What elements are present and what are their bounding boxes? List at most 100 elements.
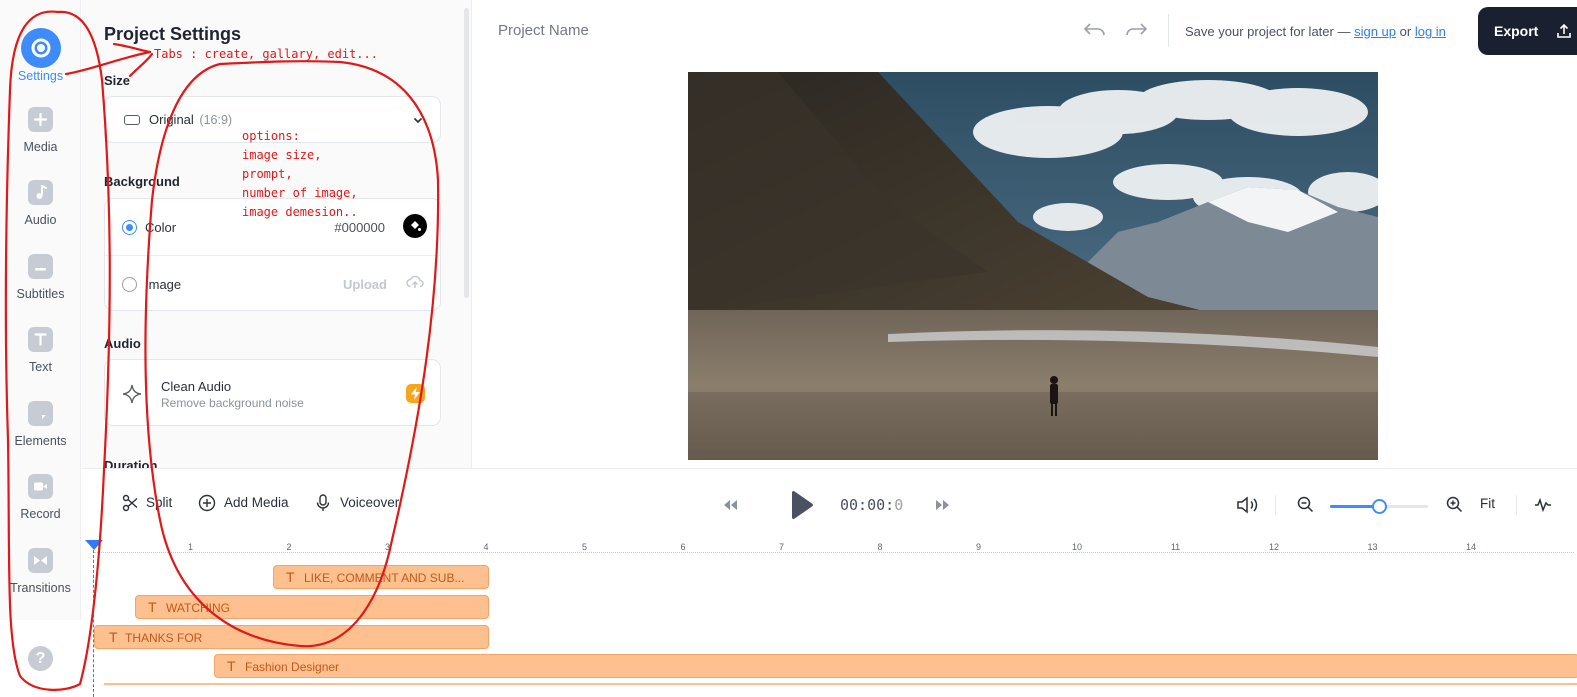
camera-icon bbox=[28, 474, 53, 499]
annotation-tabs-note: Tabs : create, gallary, edit... bbox=[154, 47, 378, 61]
sparkle-icon bbox=[122, 384, 142, 404]
redo-icon[interactable] bbox=[1124, 20, 1148, 40]
ruler-tick-label: 7 bbox=[778, 542, 785, 552]
ruler-tick-label: 2 bbox=[286, 542, 292, 552]
rail-item-subtitles[interactable]: Subtitles bbox=[0, 254, 81, 324]
playhead-handle[interactable] bbox=[85, 540, 103, 550]
rail-label: Text bbox=[29, 360, 52, 374]
project-name[interactable]: Project Name bbox=[498, 22, 589, 39]
background-image-row[interactable]: Image Upload bbox=[105, 255, 442, 311]
color-radio[interactable] bbox=[122, 220, 137, 235]
ruler-tick-label: 11 bbox=[1170, 542, 1181, 552]
fit-button[interactable]: Fit bbox=[1480, 496, 1495, 511]
scissors-icon bbox=[122, 494, 138, 512]
header-divider bbox=[1168, 14, 1169, 47]
rail-item-elements[interactable]: Elements bbox=[0, 401, 81, 471]
add-media-button[interactable]: Add Media bbox=[198, 494, 289, 512]
ruler-tick-label: 4 bbox=[483, 542, 489, 552]
log-in-link[interactable]: log in bbox=[1415, 24, 1446, 39]
zoom-slider[interactable] bbox=[1330, 499, 1428, 514]
ruler-tick-label: 9 bbox=[975, 542, 982, 552]
zoom-slider-handle[interactable] bbox=[1372, 499, 1387, 514]
ruler-tick-label: 5 bbox=[581, 542, 588, 552]
panel-scrollbar[interactable] bbox=[464, 8, 469, 298]
sign-up-link[interactable]: sign up bbox=[1354, 24, 1396, 39]
rewind-icon[interactable] bbox=[722, 498, 738, 512]
left-rail: Settings Media Audio Subtitles Text Elem… bbox=[0, 0, 81, 620]
help-button[interactable]: ? bbox=[28, 646, 53, 671]
background-label: Background bbox=[104, 174, 180, 189]
size-label: Size bbox=[104, 73, 131, 88]
duration-label: Duration bbox=[104, 458, 158, 468]
ruler-tick-label: 10 bbox=[1071, 542, 1083, 552]
timecode: 00:00:0 bbox=[840, 496, 904, 514]
timeline-text-clip[interactable]: T WATCHING bbox=[135, 595, 489, 619]
ruler-tick-label: 13 bbox=[1367, 542, 1378, 552]
zoom-in-icon[interactable] bbox=[1446, 496, 1463, 513]
image-option-label: Image bbox=[145, 277, 182, 292]
rail-label: Subtitles bbox=[16, 287, 65, 301]
timeline-toolbar: Split Add Media Voiceover 00:00:0 Fit bbox=[82, 468, 1577, 540]
paint-bucket-icon bbox=[411, 221, 421, 231]
rail-item-text[interactable]: Text bbox=[0, 327, 81, 397]
clean-audio-card[interactable]: Clean Audio Remove background noise bbox=[104, 359, 441, 426]
zoom-out-icon[interactable] bbox=[1297, 496, 1314, 513]
volume-icon[interactable] bbox=[1236, 495, 1260, 515]
chevron-down-icon bbox=[413, 117, 423, 124]
color-hex-value[interactable]: #000000 bbox=[334, 220, 385, 235]
timeline[interactable]: 1 2 3 4 5 6 7 8 9 10 11 12 13 14 T LIKE, COMMENT AND S… bbox=[82, 540, 1577, 697]
color-picker-button[interactable] bbox=[403, 214, 427, 238]
timeline-clip-partial bbox=[104, 683, 1577, 685]
rail-item-transitions[interactable]: Transitions bbox=[0, 548, 81, 618]
toolbar-divider bbox=[1275, 495, 1276, 515]
subtitles-icon bbox=[28, 254, 53, 279]
rail-label: Audio bbox=[24, 213, 57, 227]
clean-audio-title: Clean Audio bbox=[161, 379, 232, 394]
rail-label: Record bbox=[20, 507, 61, 521]
rail-item-media[interactable]: Media bbox=[0, 107, 81, 177]
upload-icon bbox=[1557, 23, 1571, 38]
video-preview[interactable] bbox=[688, 72, 1378, 460]
time-ruler bbox=[94, 552, 1574, 553]
ruler-tick-label: 14 bbox=[1465, 542, 1477, 552]
aspect-ratio-icon bbox=[124, 115, 140, 125]
waveform-icon[interactable] bbox=[1534, 497, 1552, 513]
audio-label: Audio bbox=[104, 336, 141, 351]
rail-label: Transitions bbox=[10, 581, 71, 595]
toolbar-divider bbox=[1516, 495, 1517, 515]
ruler-tick-label: 12 bbox=[1268, 542, 1280, 552]
voiceover-button[interactable]: Voiceover bbox=[315, 494, 399, 511]
timeline-text-clip[interactable]: T Fashion Designer bbox=[214, 654, 1577, 678]
cloud-upload-icon bbox=[406, 275, 424, 288]
ruler-tick-label: 8 bbox=[877, 542, 883, 552]
video-editor: Settings Media Audio Subtitles Text Elem… bbox=[0, 0, 1577, 697]
clean-audio-description: Remove background noise bbox=[161, 396, 304, 410]
ruler-tick-label: 3 bbox=[384, 542, 391, 552]
ruler-tick-label: 1 bbox=[187, 542, 194, 552]
rail-item-audio[interactable]: Audio bbox=[0, 180, 81, 250]
add-circle-icon bbox=[198, 494, 216, 512]
fast-forward-icon[interactable] bbox=[935, 498, 951, 512]
text-icon bbox=[28, 327, 53, 352]
split-button[interactable]: Split bbox=[122, 494, 172, 512]
export-button[interactable]: Export bbox=[1478, 7, 1577, 55]
rail-label: Settings bbox=[17, 69, 64, 83]
playhead-line bbox=[93, 550, 94, 697]
save-note: Save your project for later — sign up or… bbox=[1185, 24, 1446, 39]
size-value: Original (16:9) bbox=[149, 112, 233, 127]
export-label: Export bbox=[1494, 23, 1539, 39]
timeline-text-clip[interactable]: T THANKS FOR bbox=[94, 625, 489, 649]
settings-icon bbox=[21, 28, 61, 68]
rail-item-record[interactable]: Record bbox=[0, 474, 81, 544]
image-radio[interactable] bbox=[122, 277, 137, 292]
settings-panel: Project Settings Size Original (16:9) Ba… bbox=[82, 0, 472, 468]
music-note-icon bbox=[28, 180, 53, 205]
undo-icon[interactable] bbox=[1083, 20, 1107, 40]
ruler-tick-label: 6 bbox=[680, 542, 686, 552]
timeline-text-clip[interactable]: T LIKE, COMMENT AND SUB... bbox=[273, 565, 489, 589]
rail-item-settings[interactable]: Settings bbox=[0, 28, 81, 106]
annotation-options-note: options: image size, prompt, number of imag… bbox=[242, 129, 358, 219]
play-icon[interactable] bbox=[788, 490, 814, 520]
upload-button[interactable]: Upload bbox=[343, 277, 387, 292]
rail-label: Elements bbox=[14, 434, 67, 448]
